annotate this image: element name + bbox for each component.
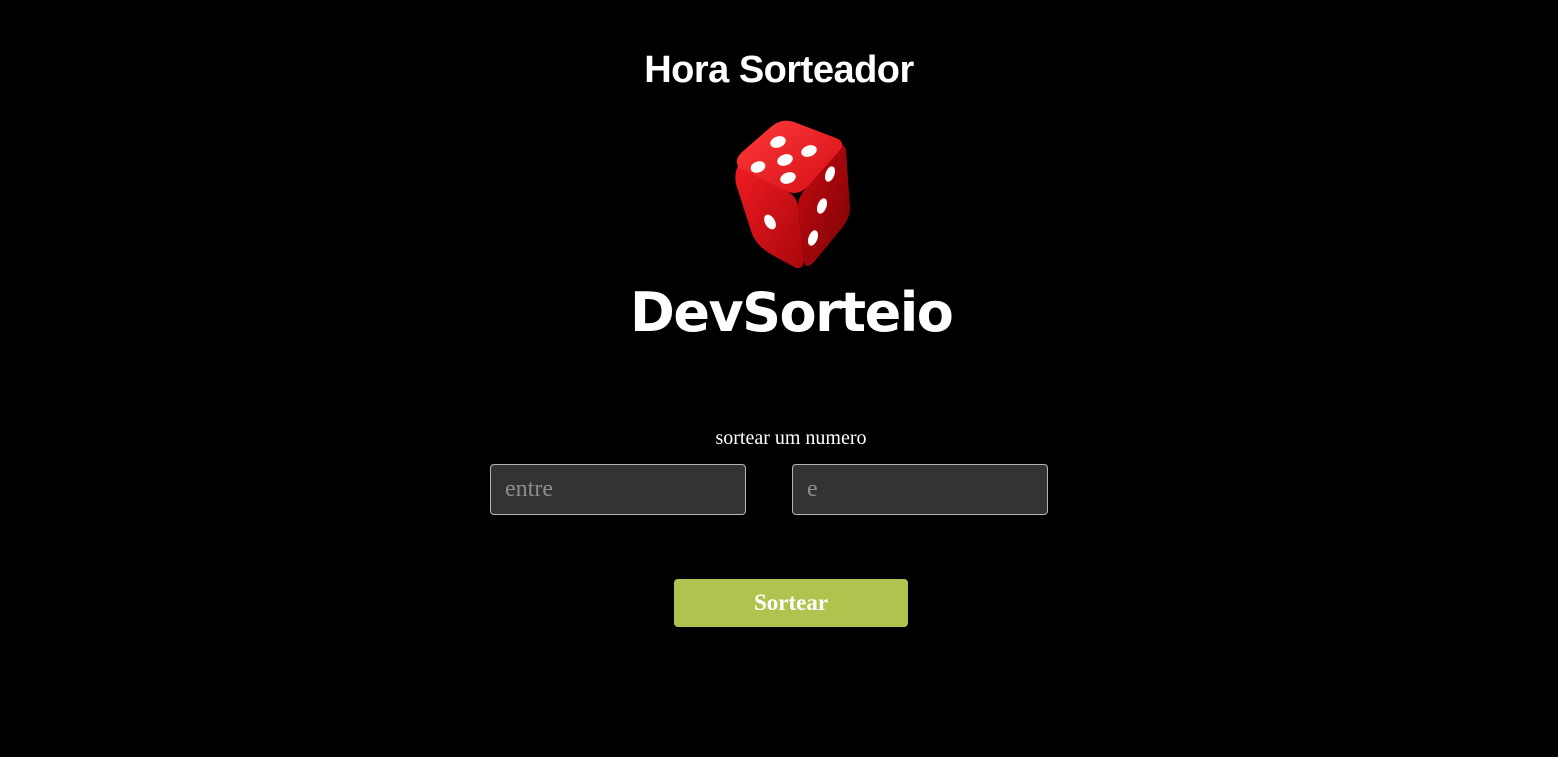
min-number-input[interactable] [490,464,746,515]
max-number-input[interactable] [792,464,1048,515]
sortear-button[interactable]: Sortear [674,579,908,627]
page-title: Hora Sorteador [644,49,914,92]
devsorteio-logo: DevSorteio [630,110,954,350]
dice-icon [735,120,850,268]
draw-prompt-label: sortear um numero [715,427,867,449]
logo-brand-text: DevSorteio [630,281,954,344]
